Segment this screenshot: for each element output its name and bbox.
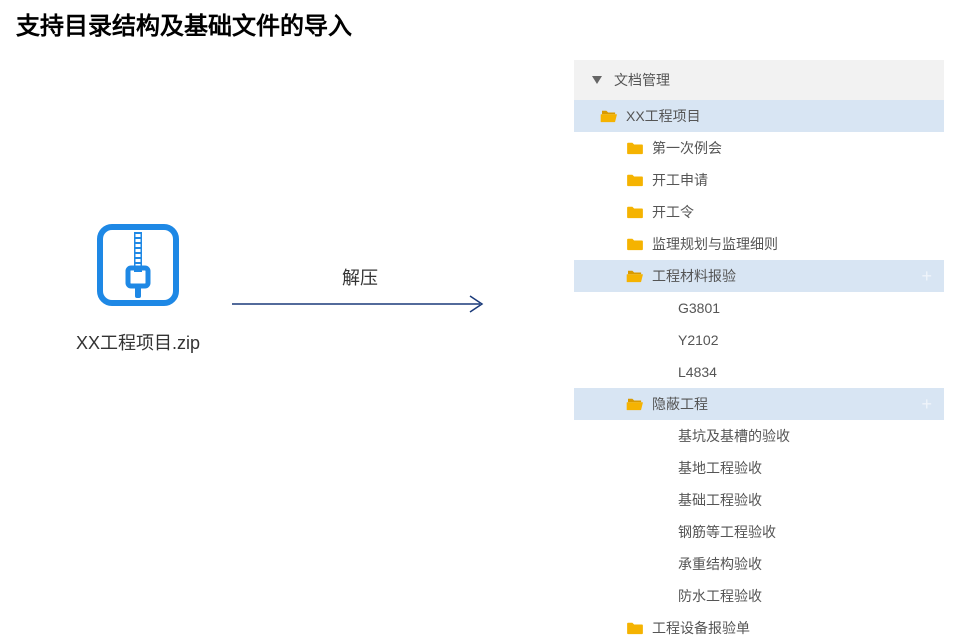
tree-node-root[interactable]: XX工程项目 (574, 100, 944, 132)
tree-node[interactable]: 监理规划与监理细则 (574, 228, 944, 260)
tree-file[interactable]: 基地工程验收 (574, 452, 944, 484)
tree-node-label: 开工申请 (652, 170, 708, 190)
tree-file-label: 钢筋等工程验收 (678, 522, 776, 542)
zip-icon (93, 220, 183, 315)
zip-file-block: XX工程项目.zip (58, 220, 218, 355)
tree-node[interactable]: 开工令 (574, 196, 944, 228)
tree-node-label: XX工程项目 (626, 106, 701, 126)
extract-label: 解压 (230, 264, 490, 290)
tree-node[interactable]: 隐蔽工程 + (574, 388, 944, 420)
folder-open-icon (626, 269, 644, 283)
tree-node-label: 工程设备报验单 (652, 618, 750, 638)
tree-node[interactable]: 开工申请 (574, 164, 944, 196)
tree-header[interactable]: 文档管理 (574, 60, 944, 100)
tree-node-label: 隐蔽工程 (652, 394, 708, 414)
tree-file-label: 防水工程验收 (678, 586, 762, 606)
tree-node[interactable]: 工程设备报验单 (574, 612, 944, 644)
tree-node-label: 监理规划与监理细则 (652, 234, 778, 254)
tree-header-label: 文档管理 (614, 70, 670, 90)
tree-node-label: 第一次例会 (652, 138, 722, 158)
tree-node[interactable]: 工程材料报验 + (574, 260, 944, 292)
folder-open-icon (626, 397, 644, 411)
folder-icon (626, 621, 644, 635)
tree-file-label: 基地工程验收 (678, 458, 762, 478)
folder-icon (626, 205, 644, 219)
plus-icon[interactable]: + (921, 394, 932, 415)
plus-icon[interactable]: + (921, 266, 932, 287)
folder-icon (626, 237, 644, 251)
tree-file[interactable]: 钢筋等工程验收 (574, 516, 944, 548)
tree-file[interactable]: 基坑及基槽的验收 (574, 420, 944, 452)
tree-file[interactable]: 承重结构验收 (574, 548, 944, 580)
folder-icon (626, 141, 644, 155)
tree-node-label: 开工令 (652, 202, 694, 222)
tree-file-label: 基础工程验收 (678, 490, 762, 510)
tree-file[interactable]: L4834 (574, 356, 944, 388)
tree-file-label: Y2102 (678, 332, 718, 348)
folder-icon (626, 173, 644, 187)
extract-arrow-block: 解压 (230, 264, 490, 321)
tree-file-label: 承重结构验收 (678, 554, 762, 574)
chevron-down-icon (592, 76, 602, 84)
folder-open-icon (600, 109, 618, 123)
page-title: 支持目录结构及基础文件的导入 (16, 6, 352, 41)
tree-file-label: G3801 (678, 300, 720, 316)
tree-file-label: L4834 (678, 364, 717, 380)
document-tree-panel: 文档管理 XX工程项目 第一次例会 开工申请 开工令 监理规划与监理细则 工程材… (574, 60, 944, 644)
tree-node-label: 工程材料报验 (652, 266, 736, 286)
arrow-right-icon (230, 292, 490, 316)
zip-filename: XX工程项目.zip (58, 329, 218, 355)
tree-file[interactable]: 防水工程验收 (574, 580, 944, 612)
tree-node[interactable]: 第一次例会 (574, 132, 944, 164)
tree-file[interactable]: G3801 (574, 292, 944, 324)
tree-body: XX工程项目 第一次例会 开工申请 开工令 监理规划与监理细则 工程材料报验 +… (574, 100, 944, 644)
tree-file-label: 基坑及基槽的验收 (678, 426, 790, 446)
tree-file[interactable]: 基础工程验收 (574, 484, 944, 516)
tree-file[interactable]: Y2102 (574, 324, 944, 356)
